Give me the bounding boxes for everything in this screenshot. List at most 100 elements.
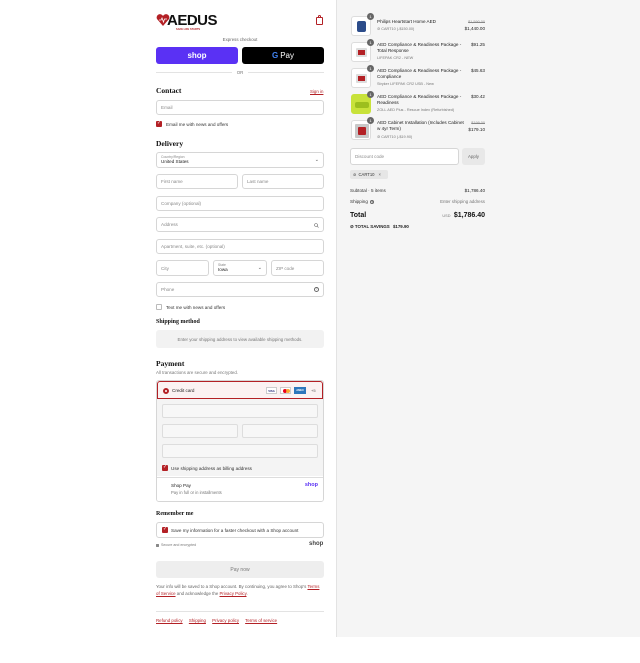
discount-code-placeholder: Discount code: [355, 154, 385, 159]
phone-field[interactable]: Phone ?: [156, 282, 324, 297]
text-news-label: Text me with news and offers: [166, 305, 226, 310]
footer-divider: [156, 611, 324, 612]
chevron-down-icon: ⌄: [257, 265, 262, 271]
card-fields-area: Use shipping address as billing address: [157, 399, 323, 476]
last-name-field[interactable]: Last name: [242, 174, 324, 189]
info-icon[interactable]: ?: [370, 200, 375, 204]
checkout-form-panel: AEDUS SAFE LIFE STARTS Express checkout …: [0, 0, 336, 637]
amex-icon: AMEX: [294, 387, 306, 394]
footer-link-terms[interactable]: Terms of service: [245, 618, 277, 623]
shop-pay-logo: shop: [304, 482, 318, 488]
payment-subtitle: All transactions are secure and encrypte…: [156, 370, 239, 375]
footer-link-refund[interactable]: Refund policy: [156, 618, 183, 623]
help-circle-icon[interactable]: ?: [314, 287, 319, 292]
address-placeholder: Address: [161, 222, 178, 227]
brand-logo[interactable]: AEDUS SAFE LIFE STARTS: [156, 12, 226, 32]
email-news-checkbox[interactable]: [156, 120, 162, 127]
save-info-checkbox[interactable]: [162, 526, 168, 533]
lock-icon: [156, 544, 159, 547]
google-pay-button[interactable]: G Pay: [242, 47, 324, 64]
total-savings-value: $179.90: [392, 224, 409, 229]
shipping-method-heading: Shipping method: [156, 319, 200, 325]
shop-pay-option-title: Shop Pay: [171, 483, 191, 488]
city-field[interactable]: City: [156, 260, 209, 276]
legal-period: .: [246, 591, 248, 596]
product-discount-text: CART10 (-$19.90): [381, 135, 413, 139]
shipping-label: Shipping ?: [350, 199, 375, 204]
billing-address-label: Use shipping address as billing address: [171, 466, 252, 471]
credit-card-label: Credit card: [172, 388, 195, 393]
product-price: $45.63: [470, 68, 485, 73]
company-placeholder: Company (optional): [161, 201, 202, 206]
discount-code-field[interactable]: Discount code: [350, 148, 459, 165]
name-on-card-field[interactable]: [162, 444, 318, 458]
total-amount: $1,786.40: [453, 212, 485, 219]
payment-heading: Payment: [156, 359, 185, 368]
discount-tag-text: CART10: [358, 172, 375, 177]
total-savings: ⊘ TOTAL SAVINGS $179.90: [350, 224, 409, 230]
subtotal-label: Subtotal · 5 items: [350, 188, 386, 193]
sign-in-link[interactable]: Sign in: [310, 89, 323, 94]
billing-address-checkbox[interactable]: [162, 464, 168, 471]
discount-tag-chip: ⊘ CART10 ×: [350, 170, 388, 179]
privacy-link[interactable]: Privacy Policy: [220, 591, 247, 596]
quantity-badge: 1: [367, 13, 374, 20]
expiry-field[interactable]: [162, 424, 238, 438]
order-summary-panel: 1 Philips Heartstart Home AED ⊘ CART10 (…: [336, 0, 640, 637]
address-field[interactable]: Address: [156, 217, 324, 232]
pay-now-button[interactable]: Pay now: [156, 561, 324, 578]
email-field[interactable]: Email: [156, 100, 324, 115]
product-variant: LIFEPAK CR2 - NEW: [377, 56, 414, 60]
remove-discount-icon[interactable]: ×: [379, 172, 381, 177]
security-code-field[interactable]: [242, 424, 318, 438]
shipping-label-text: Shipping: [350, 199, 368, 204]
footer-link-privacy[interactable]: Privacy policy: [212, 618, 239, 623]
shipping-value: Enter shipping address: [440, 199, 485, 204]
original-price: $1,590.00: [468, 20, 485, 24]
brand-tagline: SAFE LIFE STARTS: [176, 28, 201, 31]
shipping-method-message: Enter your shipping address to view avai…: [177, 336, 303, 342]
credit-card-radio[interactable]: [163, 388, 169, 394]
page-bottom-area: [0, 637, 640, 663]
remember-me-box: Save my information for a faster checkou…: [156, 522, 324, 538]
apply-label: Apply: [468, 154, 479, 159]
zip-field[interactable]: ZIP code: [271, 260, 324, 276]
contact-heading: Contact: [156, 86, 182, 95]
subtotal-value: $1,786.40: [464, 188, 485, 193]
quantity-badge: 1: [367, 117, 374, 124]
state-select[interactable]: State Iowa ⌄: [213, 260, 267, 276]
total-savings-label: TOTAL SAVINGS: [354, 224, 390, 229]
save-info-label: Save my information for a faster checkou…: [171, 528, 299, 533]
pay-now-label: Pay now: [230, 566, 250, 573]
google-g-icon: G: [271, 51, 279, 60]
credit-card-option[interactable]: Credit card VISA AMEX +5: [157, 381, 323, 399]
cart-bag-icon[interactable]: [316, 15, 323, 25]
email-placeholder: Email: [161, 105, 173, 110]
zip-placeholder: ZIP code: [276, 265, 295, 271]
apply-discount-button[interactable]: Apply: [462, 148, 485, 165]
company-field[interactable]: Company (optional): [156, 196, 324, 211]
quantity-badge: 1: [367, 65, 374, 72]
last-name-placeholder: Last name: [247, 179, 269, 184]
email-news-label: Email me with news and offers: [166, 122, 229, 127]
shop-logo: shop: [309, 541, 324, 547]
secure-label: Secure and encrypted: [161, 543, 197, 547]
mastercard-icon: [280, 387, 291, 394]
product-discount: ⊘ CART10 (-$19.90): [377, 134, 412, 139]
shop-pay-button[interactable]: shop: [156, 47, 238, 64]
chevron-down-icon: ⌄: [314, 157, 319, 163]
total-value: USD $1,786.40: [425, 212, 485, 219]
shop-pay-option[interactable]: Shop Pay Pay in full or in installments …: [157, 477, 323, 501]
shipping-method-notice: Enter your shipping address to view avai…: [156, 330, 324, 348]
product-price: $91.25: [470, 42, 485, 47]
text-news-checkbox[interactable]: [156, 304, 162, 310]
shop-pay-option-subtitle: Pay in full or in installments: [171, 490, 222, 495]
product-discount-text: CART10 (-$150.00): [381, 27, 415, 31]
footer-link-shipping[interactable]: Shipping: [189, 618, 206, 623]
country-select[interactable]: Country/Region United States ⌄: [156, 152, 324, 168]
legal-text: Your info will be saved to a Shop accoun…: [156, 583, 324, 597]
footer-links: Refund policy Shipping Privacy policy Te…: [156, 618, 277, 623]
card-number-field[interactable]: [162, 404, 318, 418]
apartment-field[interactable]: Apartment, suite, etc. (optional): [156, 239, 324, 254]
first-name-field[interactable]: First name: [156, 174, 238, 189]
